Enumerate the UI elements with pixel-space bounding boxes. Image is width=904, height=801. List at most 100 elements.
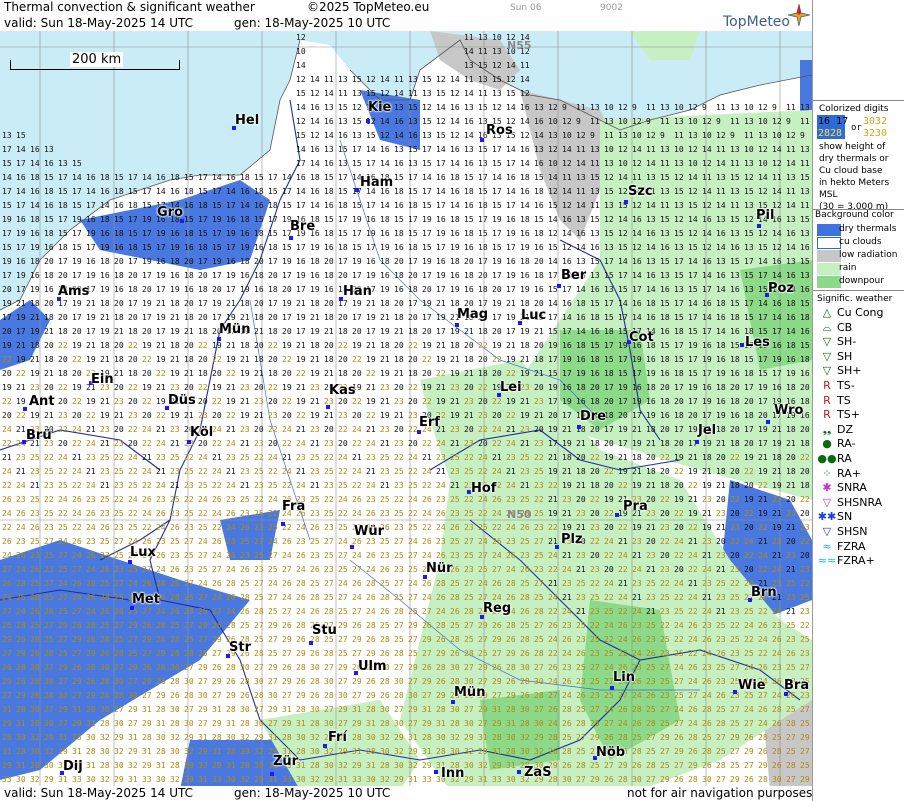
thermal-height-value: 25: [520, 453, 530, 462]
thermal-height-value: 26: [72, 621, 82, 630]
thermal-height-value: 32: [324, 747, 334, 756]
city-label[interactable]: Brü: [26, 428, 52, 443]
thermal-height-value: 27: [408, 719, 418, 728]
thermal-height-value: 19: [142, 383, 152, 392]
thermal-height-value: 26: [520, 691, 530, 700]
city-label[interactable]: Szc: [628, 184, 653, 199]
thermal-height-value: 26: [366, 677, 376, 686]
city-label[interactable]: Jel: [698, 423, 716, 438]
thermal-height-value: 25: [380, 579, 390, 588]
thermal-height-value: 21: [156, 425, 166, 434]
city-label[interactable]: Ulm: [358, 659, 387, 674]
city-label[interactable]: Ham: [360, 175, 393, 190]
city-label[interactable]: Düs: [168, 393, 196, 408]
thermal-height-value: 22: [492, 523, 502, 532]
city-label[interactable]: Cot: [629, 330, 654, 345]
topmeteo-logo[interactable]: TopMeteo: [723, 14, 790, 30]
city-label[interactable]: Lei: [500, 380, 522, 395]
city-label[interactable]: Bra: [784, 678, 809, 693]
thermal-height-value: 17: [492, 271, 502, 280]
thermal-height-value: 21: [562, 467, 572, 476]
city-label[interactable]: Ant: [29, 394, 55, 409]
city-label[interactable]: Bre: [290, 219, 315, 234]
thermal-height-value: 27: [478, 635, 488, 644]
thermal-height-value: 28: [310, 593, 320, 602]
thermal-height-value: 28: [394, 691, 404, 700]
city-label[interactable]: Inn: [441, 766, 464, 781]
city-label[interactable]: Hel: [235, 113, 259, 128]
city-label[interactable]: Zür: [273, 754, 298, 769]
city-label[interactable]: Mün: [454, 685, 485, 700]
thermal-height-value: 25: [380, 453, 390, 462]
city-label[interactable]: Nöb: [596, 745, 625, 760]
city-label[interactable]: Mün: [219, 322, 250, 337]
city-label[interactable]: Met: [132, 592, 160, 607]
city-label[interactable]: Kas: [329, 383, 356, 398]
city-label[interactable]: Gro: [157, 205, 183, 220]
city-label[interactable]: Han: [343, 284, 372, 299]
thermal-height-value: 28: [632, 705, 642, 714]
thermal-height-value: 20: [198, 397, 208, 406]
thermal-height-value: 29: [324, 775, 334, 784]
thermal-height-value: 10: [772, 131, 782, 140]
thermal-height-value: 13: [352, 89, 362, 98]
thermal-height-value: 28: [450, 635, 460, 644]
thermal-height-value: 18: [100, 173, 110, 182]
city-label[interactable]: Wie: [738, 678, 766, 693]
city-label[interactable]: Pil: [756, 208, 774, 223]
thermal-height-value: 17: [548, 313, 558, 322]
thermal-height-value: 30: [534, 719, 544, 728]
city-label[interactable]: Wro: [774, 403, 803, 418]
city-label[interactable]: Lux: [130, 545, 156, 560]
city-label[interactable]: Lin: [613, 670, 635, 685]
city-label[interactable]: Brn: [751, 585, 777, 600]
legend-weather-item: △ Cu Cong: [817, 306, 884, 320]
thermal-height-value: 21: [646, 481, 656, 490]
city-label[interactable]: Ber: [561, 268, 586, 283]
city-label[interactable]: Erf: [419, 415, 440, 430]
thermal-height-value: 15: [16, 131, 26, 140]
thermal-height-value: 22: [44, 453, 54, 462]
thermal-height-value: 25: [44, 593, 54, 602]
city-label[interactable]: Kie: [368, 100, 391, 115]
city-label[interactable]: Stu: [312, 623, 337, 638]
city-label[interactable]: Mag: [457, 307, 488, 322]
city-label[interactable]: Str: [229, 640, 251, 655]
city-label[interactable]: Ein: [91, 372, 114, 387]
city-label[interactable]: Frí: [328, 730, 347, 745]
thermal-height-value: 19: [422, 299, 432, 308]
thermal-height-value: 17: [422, 313, 432, 322]
city-label[interactable]: Plz: [561, 532, 583, 547]
weather-map[interactable]: 12 11 13 10 12 14 10 14 11 13 10 12 14 13 15 12 14 11 12 14…: [0, 0, 812, 801]
thermal-height-value: 16: [296, 257, 306, 266]
city-label[interactable]: Dij: [63, 759, 83, 774]
thermal-height-value: 17: [422, 271, 432, 280]
city-label[interactable]: Pra: [623, 499, 648, 514]
city-label[interactable]: Nür: [426, 561, 453, 576]
thermal-height-value: 29: [590, 733, 600, 742]
thermal-height-value: 21: [352, 453, 362, 462]
city-label[interactable]: Wür: [354, 524, 384, 539]
thermal-height-value: 18: [170, 173, 180, 182]
thermal-height-value: 15: [660, 215, 670, 224]
city-label[interactable]: Ams: [58, 284, 89, 299]
thermal-height-value: 30: [86, 733, 96, 742]
city-label[interactable]: ZaS: [524, 765, 552, 780]
city-label[interactable]: Les: [745, 335, 770, 350]
city-label[interactable]: Fra: [282, 499, 305, 514]
city-label[interactable]: Luc: [521, 308, 546, 323]
city-label[interactable]: Poz: [768, 281, 794, 296]
thermal-height-value: 19: [16, 313, 26, 322]
thermal-height-value: 14: [86, 187, 96, 196]
city-label[interactable]: Ros: [486, 123, 513, 138]
thermal-height-value: 27: [492, 565, 502, 574]
thermal-height-value: 13: [744, 159, 754, 168]
city-label[interactable]: Reg: [483, 601, 511, 616]
thermal-height-value: 15: [800, 299, 810, 308]
thermal-height-value: 28: [436, 705, 446, 714]
thermal-height-value: 29: [464, 733, 474, 742]
city-label[interactable]: Hof: [471, 481, 496, 496]
city-label[interactable]: Dre: [580, 409, 606, 424]
city-label[interactable]: Köl: [190, 425, 213, 440]
thermal-height-value: 16: [786, 271, 796, 280]
